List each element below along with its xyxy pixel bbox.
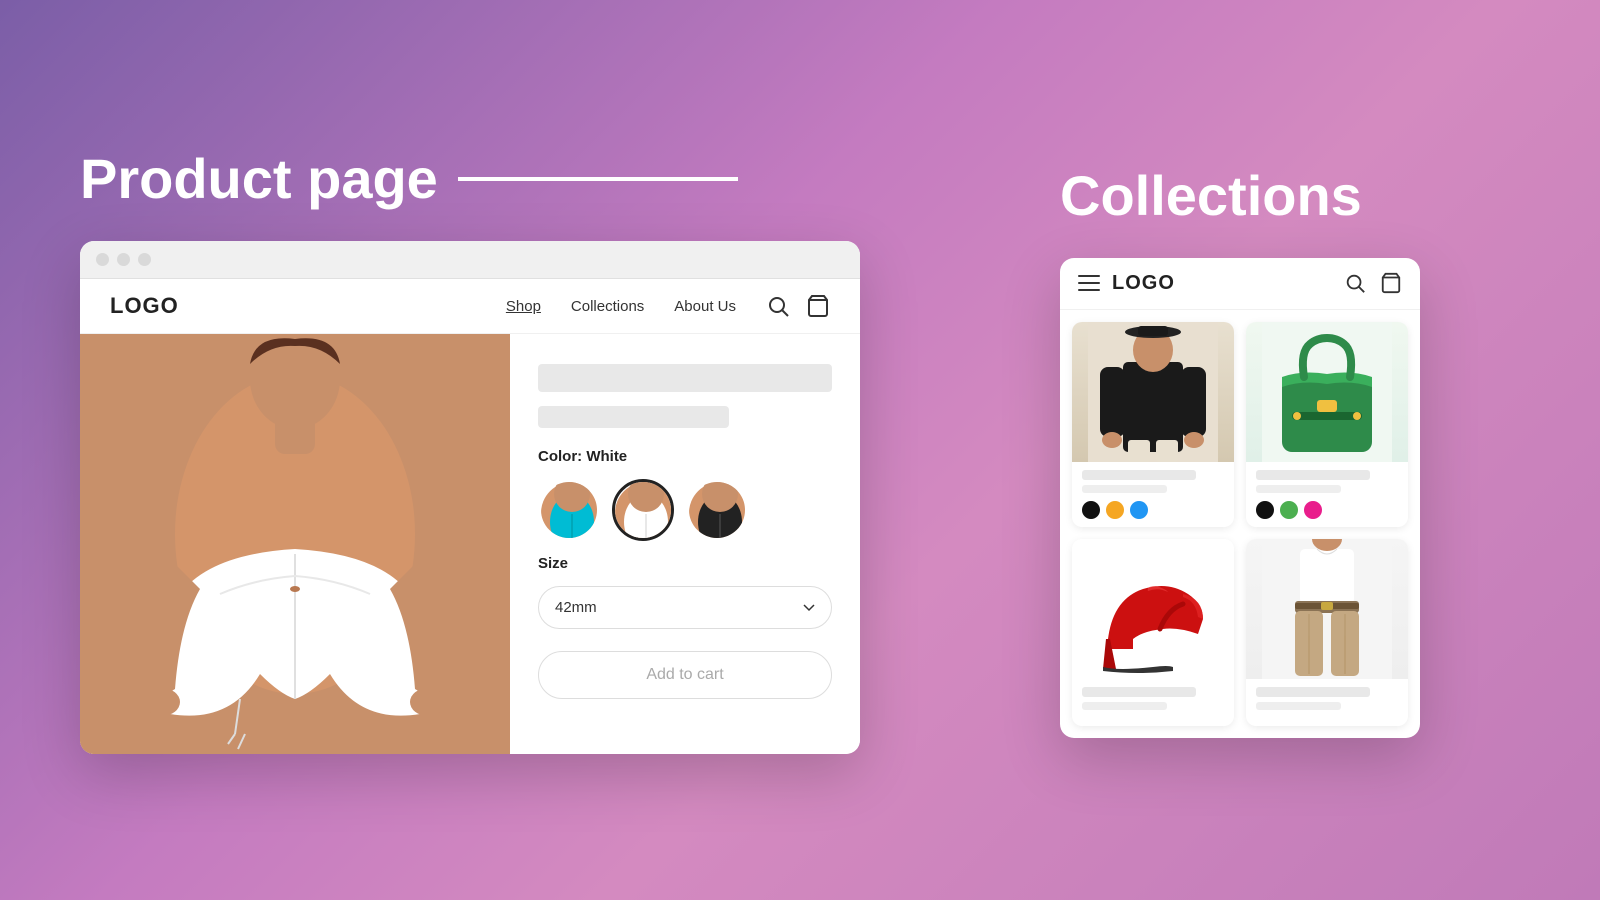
card-footer-pants: [1246, 679, 1408, 726]
nav-icons: [766, 294, 830, 318]
color-dot-bag-black[interactable]: [1256, 501, 1274, 519]
cart-icon[interactable]: [806, 294, 830, 318]
menu-bar-1: [1078, 275, 1100, 277]
browser-dot-green: [138, 253, 151, 266]
mobile-window: LOGO: [1060, 258, 1420, 738]
card-title-pants: [1256, 687, 1370, 697]
card-colors-shirt: [1082, 501, 1224, 519]
menu-bar-2: [1078, 282, 1100, 284]
search-icon[interactable]: [766, 294, 790, 318]
color-swatches: [538, 479, 832, 541]
product-page-label: Product page: [80, 146, 438, 211]
mobile-cart-icon[interactable]: [1380, 272, 1402, 294]
browser-dot-yellow: [117, 253, 130, 266]
card-subtitle-shirt: [1082, 485, 1167, 493]
nav-collections[interactable]: Collections: [571, 298, 644, 315]
swatch-white[interactable]: [612, 479, 674, 541]
color-dot-blue[interactable]: [1130, 501, 1148, 519]
card-title-shirt: [1082, 470, 1196, 480]
color-dot-bag-pink[interactable]: [1304, 501, 1322, 519]
size-select[interactable]: 42mm: [538, 586, 832, 629]
card-image-heels: [1072, 539, 1234, 679]
card-red-heels[interactable]: [1072, 539, 1234, 726]
card-title-heels: [1082, 687, 1196, 697]
store-nav: LOGO Shop Collections About Us: [80, 279, 860, 334]
product-layout: Color: White: [80, 334, 860, 754]
card-colors-bag: [1256, 501, 1398, 519]
product-page-title: Product page: [80, 146, 738, 211]
browser-dot-red: [96, 253, 109, 266]
color-label: Color: White: [538, 448, 832, 465]
product-info: Color: White: [510, 334, 860, 754]
card-subtitle-pants: [1256, 702, 1341, 710]
left-section: Product page LOGO Shop Collections About…: [80, 146, 980, 754]
card-image-black-shirt: [1072, 322, 1234, 462]
green-bag-illustration: [1262, 322, 1392, 462]
color-dot-orange[interactable]: [1106, 501, 1124, 519]
card-subtitle-heels: [1082, 702, 1167, 710]
browser-window: LOGO Shop Collections About Us: [80, 241, 860, 754]
color-dot-black[interactable]: [1082, 501, 1100, 519]
collections-grid: [1060, 310, 1420, 738]
product-image: [80, 334, 510, 754]
pants-illustration: [1262, 539, 1392, 679]
collections-title: Collections: [1060, 163, 1362, 228]
product-body-illustration: [80, 334, 510, 754]
title-divider: [458, 177, 738, 181]
mobile-search-icon[interactable]: [1344, 272, 1366, 294]
mobile-logo: LOGO: [1112, 272, 1175, 295]
nav-links: Shop Collections About Us: [506, 298, 736, 315]
product-title-placeholder: [538, 364, 832, 392]
card-footer-bag: [1246, 462, 1408, 527]
swatch-cyan[interactable]: [538, 479, 600, 541]
card-footer-heels: [1072, 679, 1234, 726]
red-heels-illustration: [1088, 539, 1218, 679]
store-logo: LOGO: [110, 293, 179, 319]
product-image-area: [80, 334, 510, 754]
card-green-bag[interactable]: [1246, 322, 1408, 527]
card-title-bag: [1256, 470, 1370, 480]
mobile-icons: [1344, 272, 1402, 294]
right-section: Collections LOGO: [1020, 163, 1520, 738]
browser-titlebar: [80, 241, 860, 279]
menu-bar-3: [1078, 289, 1100, 291]
card-footer-shirt: [1072, 462, 1234, 527]
card-pants[interactable]: [1246, 539, 1408, 726]
nav-shop[interactable]: Shop: [506, 298, 541, 315]
browser-content: LOGO Shop Collections About Us: [80, 279, 860, 754]
mobile-nav: LOGO: [1060, 258, 1420, 310]
card-black-shirt[interactable]: [1072, 322, 1234, 527]
size-label: Size: [538, 555, 832, 572]
card-image-pants: [1246, 539, 1408, 679]
nav-about[interactable]: About Us: [674, 298, 736, 315]
product-subtitle-placeholder: [538, 406, 729, 428]
card-subtitle-bag: [1256, 485, 1341, 493]
card-image-green-bag: [1246, 322, 1408, 462]
add-to-cart-button[interactable]: Add to cart: [538, 651, 832, 699]
black-shirt-illustration: [1088, 322, 1218, 462]
color-dot-bag-green[interactable]: [1280, 501, 1298, 519]
hamburger-icon[interactable]: [1078, 275, 1100, 291]
swatch-black[interactable]: [686, 479, 748, 541]
